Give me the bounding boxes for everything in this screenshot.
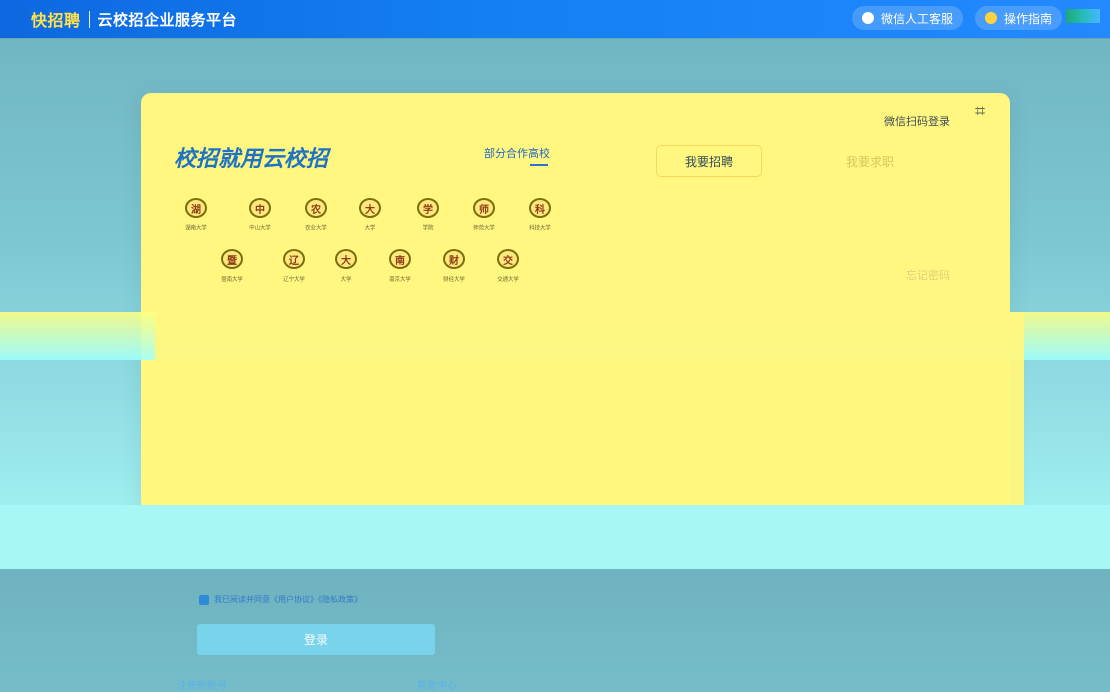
school-seal-icon: 财 xyxy=(443,249,465,269)
school-logo: 辽辽宁大学 xyxy=(277,249,311,283)
school-logo: 学学院 xyxy=(411,198,445,232)
qr-code-icon[interactable]: ⌗ xyxy=(975,101,999,125)
forgot-password-link[interactable]: 忘记密码 xyxy=(906,267,950,283)
school-seal-icon: 师 xyxy=(473,198,495,218)
school-logo: 中中山大学 xyxy=(243,198,277,232)
agreement-row[interactable]: 我已阅读并同意《用户协议》《隐私政策》 xyxy=(199,594,362,605)
agreement-text: 我已阅读并同意《用户协议》《隐私政策》 xyxy=(214,595,362,604)
school-logo: 湖湖南大学 xyxy=(179,198,213,232)
guide-label: 操作指南 xyxy=(1003,11,1052,26)
school-logo-name: 财经大学 xyxy=(443,276,465,283)
school-logo-name: 暨南大学 xyxy=(221,276,243,283)
support-icon xyxy=(861,12,874,24)
guide-icon xyxy=(984,12,997,24)
school-logo-name: 南京大学 xyxy=(389,276,411,283)
school-seal-icon: 学 xyxy=(417,198,439,218)
wechat-service-label: 微信人工客服 xyxy=(880,11,953,26)
school-seal-icon: 农 xyxy=(305,198,327,218)
bottom-links: 注册新账号 帮助中心 xyxy=(177,677,457,692)
school-seal-icon: 科 xyxy=(529,198,551,218)
school-logo: 科科技大学 xyxy=(523,198,557,232)
agreement-checkbox[interactable] xyxy=(199,594,209,605)
brand-logo: 快招聘 xyxy=(31,11,81,30)
guide-button[interactable]: 操作指南 xyxy=(974,6,1062,30)
school-seal-icon: 南 xyxy=(389,249,411,269)
wechat-scan-login[interactable]: 微信扫码登录 xyxy=(884,113,950,129)
school-seal-icon: 暨 xyxy=(221,249,243,269)
register-link[interactable]: 注册新账号 xyxy=(177,677,227,692)
school-logo-name: 辽宁大学 xyxy=(283,276,305,283)
school-seal-icon: 中 xyxy=(249,198,271,218)
school-logo: 大大学 xyxy=(329,249,363,283)
school-logo-name: 交通大学 xyxy=(497,276,519,283)
bottom-background xyxy=(0,505,1110,569)
school-seal-icon: 大 xyxy=(359,198,381,218)
header-actions: 微信人工客服 操作指南 xyxy=(851,6,1062,30)
artifact-card-overlay: 5Q 我已阅读并同意《用户协议》《隐私政策》 登录 注册新账号 帮助中心 xyxy=(155,312,1024,692)
school-logo-name: 大学 xyxy=(340,276,352,283)
brand-divider xyxy=(88,10,90,28)
school-logo-name: 湖南大学 xyxy=(185,225,207,232)
brand-area: 快招聘 云校招企业服务平台 xyxy=(31,9,238,30)
recruit-tab[interactable]: 我要招聘 xyxy=(656,145,762,177)
school-logo: 交交通大学 xyxy=(491,249,525,283)
school-logo: 南南京大学 xyxy=(383,249,417,283)
slogan-title: 校招就用云校招 xyxy=(174,147,329,172)
job-seeker-tab[interactable]: 我要求职 xyxy=(846,153,894,170)
active-tab-indicator xyxy=(530,164,548,166)
school-logo: 农农业大学 xyxy=(299,198,333,232)
school-logo-name: 中山大学 xyxy=(249,225,271,232)
partner-schools-tab[interactable]: 部分合作高校 xyxy=(484,145,550,161)
school-seal-icon: 湖 xyxy=(185,198,207,218)
school-logo-name: 学院 xyxy=(422,225,434,232)
school-logo: 暨暨南大学 xyxy=(215,249,249,283)
school-logo: 财财经大学 xyxy=(437,249,471,283)
platform-title: 云校招企业服务平台 xyxy=(97,10,238,29)
help-link[interactable]: 帮助中心 xyxy=(417,677,457,692)
top-navigation-bar: 快招聘 云校招企业服务平台 微信人工客服 操作指南 xyxy=(0,0,1110,38)
school-logo-name: 农业大学 xyxy=(305,225,327,232)
school-seal-icon: 交 xyxy=(497,249,519,269)
wechat-service-button[interactable]: 微信人工客服 xyxy=(851,6,963,30)
school-logo: 师师范大学 xyxy=(467,198,501,232)
school-logo-name: 科技大学 xyxy=(529,225,551,232)
school-seal-icon: 大 xyxy=(335,249,357,269)
window-controls-icon[interactable] xyxy=(1066,9,1100,23)
school-logo-name: 师范大学 xyxy=(473,225,495,232)
school-logo: 大大学 xyxy=(353,198,387,232)
login-button[interactable]: 登录 xyxy=(197,624,435,655)
role-tabs: 我要招聘 我要求职 xyxy=(656,145,956,177)
school-logo-name: 大学 xyxy=(364,225,376,232)
school-seal-icon: 辽 xyxy=(283,249,305,269)
